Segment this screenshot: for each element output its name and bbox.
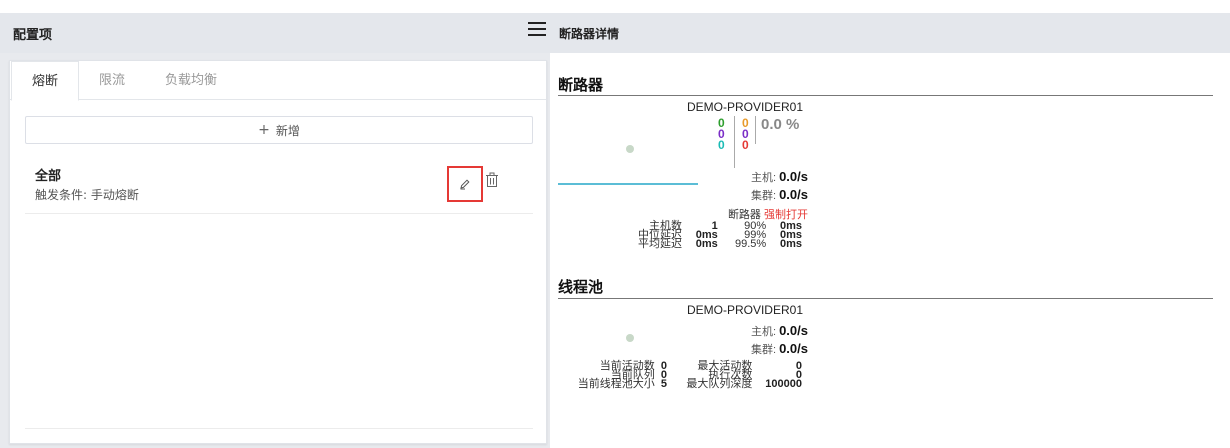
stat-value: 100000 <box>765 378 802 390</box>
cluster-rate: 0.0/s <box>779 187 808 202</box>
hamburger-icon[interactable] <box>528 22 546 38</box>
circuit-monitor: DEMO-PROVIDER01 0 0 0 0 0 0 0.0 % 主机: 0.… <box>558 100 808 262</box>
tab-load-balance[interactable]: 负载均衡 <box>145 61 237 99</box>
stat-value: 5 <box>660 378 668 390</box>
health-indicator <box>626 145 634 153</box>
host-rate-row: 主机: 0.0/s <box>751 169 808 185</box>
detail-header: 断路器详情 <box>550 13 1230 53</box>
circuit-section-title: 断路器 <box>558 76 604 94</box>
count-bad-request: 0 <box>718 138 725 152</box>
tab-rate-limit[interactable]: 限流 <box>79 61 145 99</box>
plus-icon: + <box>258 122 270 138</box>
host-rate-row: 主机: 0.0/s <box>751 323 808 339</box>
circuit-name: DEMO-PROVIDER01 <box>686 100 803 114</box>
threadpool-section-divider <box>558 298 1213 299</box>
divider-line <box>734 116 735 168</box>
app-page: 配置项 熔断 限流 负载均衡 + 新增 全部 触发条件: 手动熔断 断路器详情 … <box>0 0 1230 448</box>
stat-label: 平均延迟 <box>638 238 682 250</box>
count-failure: 0 <box>742 138 749 152</box>
trash-icon[interactable] <box>485 172 499 188</box>
threadpool-monitor: DEMO-PROVIDER01 主机: 0.0/s 集群: 0.0/s 当前活动… <box>558 303 808 403</box>
threadpool-name: DEMO-PROVIDER01 <box>686 303 803 317</box>
detail-title: 断路器详情 <box>559 26 620 41</box>
cluster-rate: 0.0/s <box>779 341 808 356</box>
config-panel: 配置项 熔断 限流 负载均衡 + 新增 全部 触发条件: 手动熔断 <box>0 13 550 448</box>
tab-bar: 熔断 限流 负载均衡 <box>10 61 546 101</box>
sparkline-chart <box>558 183 698 185</box>
threadpool-stats-table: 当前活动数 0 最大活动数 0 当前队列 0 执行次数 0 当前线程池大小 5 … <box>558 361 804 390</box>
stat-value: 0ms <box>695 238 718 250</box>
rule-title: 全部 <box>35 169 62 184</box>
config-header: 配置项 <box>0 13 550 53</box>
divider-line <box>755 116 756 144</box>
edit-button[interactable] <box>447 166 483 202</box>
host-label: 主机: <box>750 172 777 184</box>
card-divider <box>25 428 533 429</box>
stats-row: 当前活动数 0 最大活动数 0 <box>558 361 804 372</box>
host-label: 主机: <box>750 326 777 338</box>
circuit-section-divider <box>558 95 1213 96</box>
circuit-stats-table: 主机数 1 90% 0ms 中位延迟 0ms 99% 0ms 平均延迟 0ms … <box>618 221 804 250</box>
config-card: 熔断 限流 负载均衡 + 新增 全部 触发条件: 手动熔断 <box>9 60 547 444</box>
host-rate: 0.0/s <box>779 169 808 184</box>
health-indicator <box>626 334 634 342</box>
config-title: 配置项 <box>13 27 53 43</box>
stats-row: 平均延迟 0ms 99.5% 0ms <box>618 238 804 250</box>
error-rate: 0.0 % <box>761 116 800 133</box>
stat-percentile: 99.5% <box>734 238 767 250</box>
host-rate: 0.0/s <box>779 323 808 338</box>
cluster-label: 集群: <box>750 344 777 356</box>
stat-percentile-value: 0ms <box>779 238 802 250</box>
cluster-label: 集群: <box>750 190 777 202</box>
rule-item: 全部 触发条件: 手动熔断 <box>25 156 533 214</box>
stats-row: 当前线程池大小 5 最大队列深度 100000 <box>558 378 804 390</box>
cluster-rate-row: 集群: 0.0/s <box>751 341 808 357</box>
tab-circuit-breaker[interactable]: 熔断 <box>11 61 80 101</box>
add-button[interactable]: + 新增 <box>25 116 533 144</box>
rule-condition: 触发条件: 手动熔断 <box>35 188 139 202</box>
stat-label: 当前线程池大小 <box>577 378 655 390</box>
pencil-icon <box>460 179 470 190</box>
add-button-label: 新增 <box>275 123 300 138</box>
cluster-rate-row: 集群: 0.0/s <box>751 187 808 203</box>
stat-label: 最大队列深度 <box>686 378 753 390</box>
threadpool-section-title: 线程池 <box>558 278 604 296</box>
